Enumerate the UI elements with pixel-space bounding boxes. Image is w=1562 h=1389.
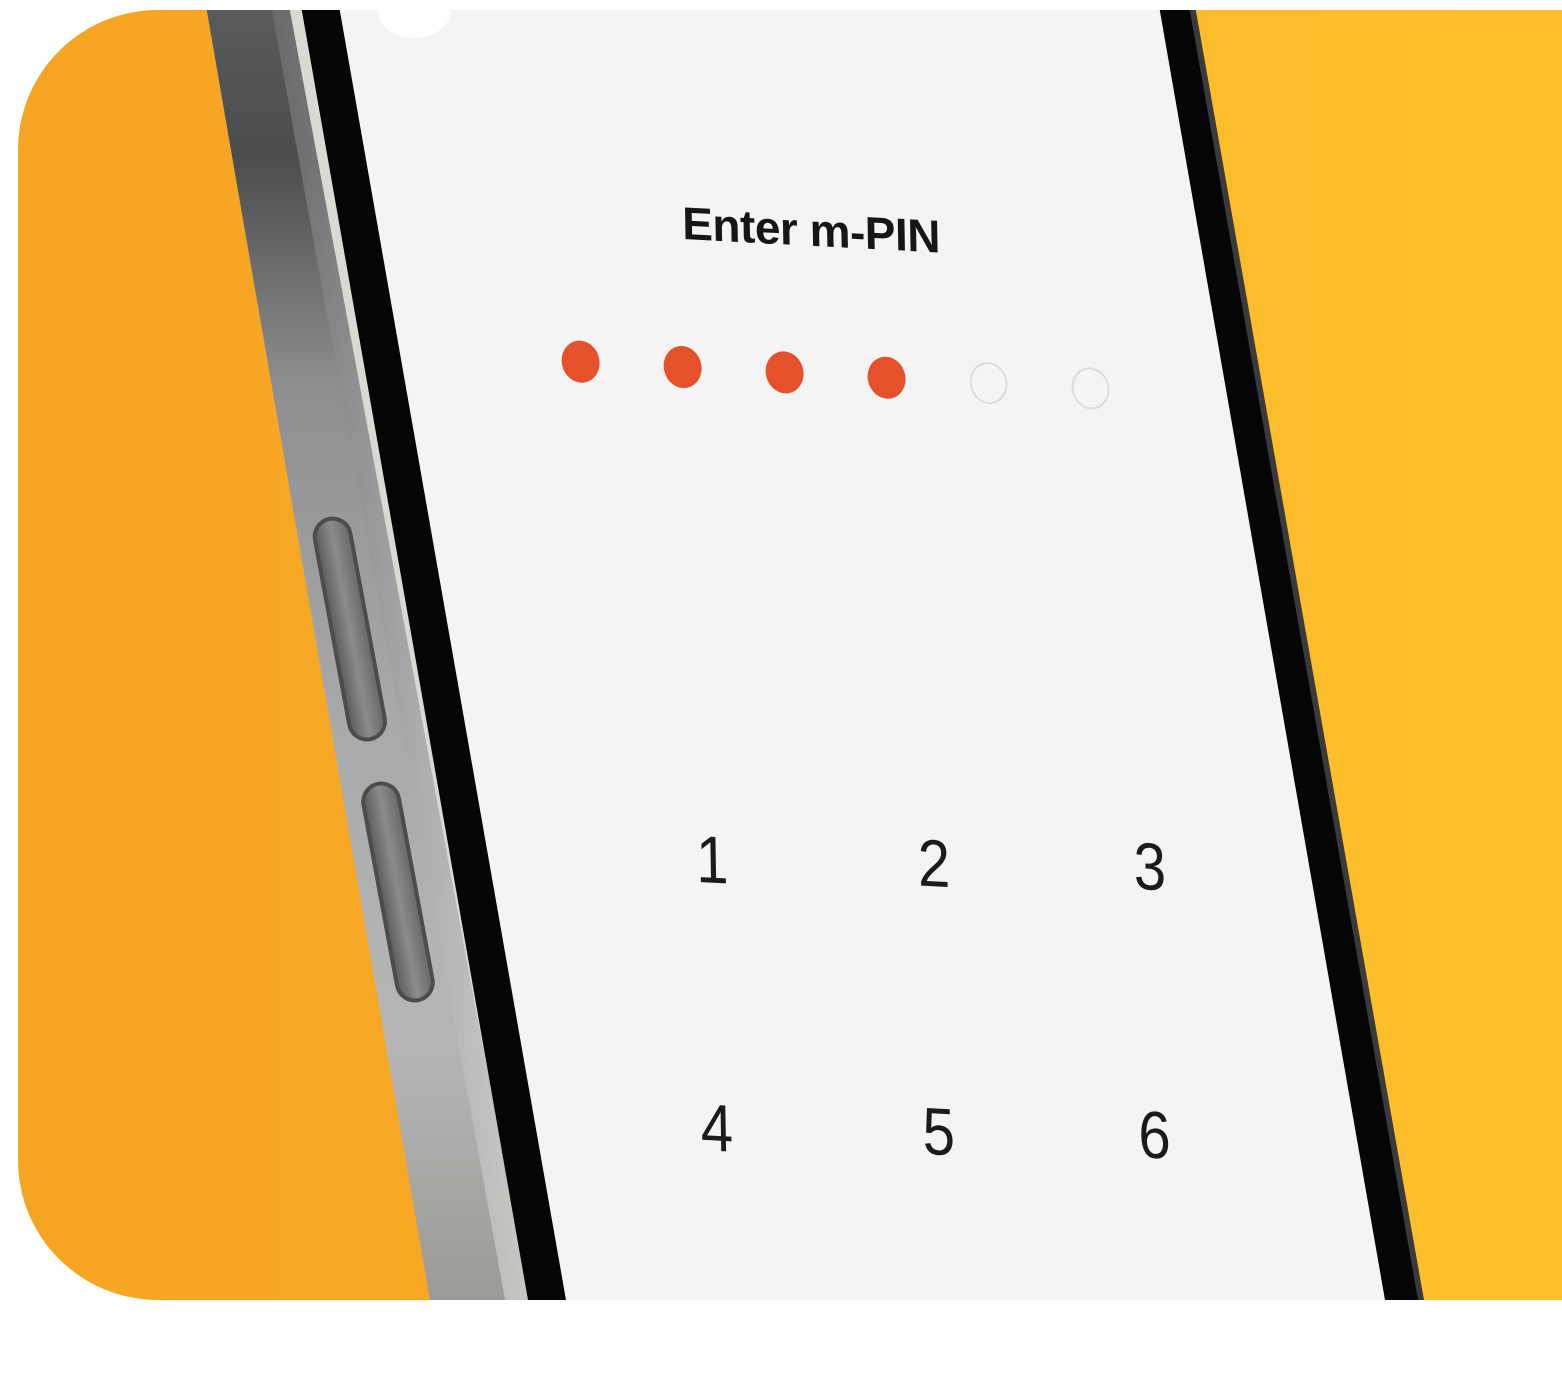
- keypad-key-3[interactable]: 3: [1089, 794, 1211, 938]
- pin-dot-empty: [969, 361, 1008, 406]
- keypad-key-5[interactable]: 5: [877, 1059, 999, 1203]
- keypad-key-4[interactable]: 4: [656, 1056, 778, 1200]
- pin-dot-filled: [663, 345, 702, 390]
- pin-dot-empty: [1071, 366, 1110, 411]
- keypad-key-2[interactable]: 2: [873, 791, 995, 935]
- keypad-key-1[interactable]: 1: [651, 787, 773, 931]
- pin-dot-filled: [561, 339, 601, 384]
- mpin-screen: Enter m-PIN 1 2 3 4 5 6: [530, 150, 1251, 1388]
- page-title: Enter m-PIN: [681, 196, 941, 263]
- pin-dot-filled: [765, 350, 804, 395]
- numeric-keypad: 1 2 3 4 5 6: [611, 794, 1251, 1173]
- pin-dot-filled: [867, 355, 906, 400]
- keypad-key-6[interactable]: 6: [1093, 1063, 1215, 1207]
- pin-indicator: [561, 339, 1110, 411]
